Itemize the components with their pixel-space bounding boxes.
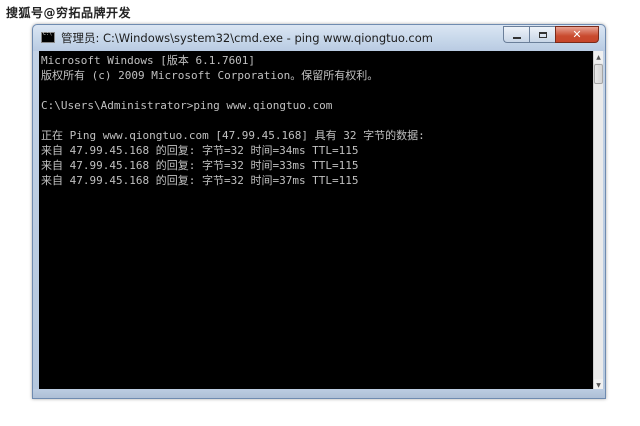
window-bottom-border [33,389,605,398]
console-line: 来自 47.99.45.168 的回复: 字节=32 时间=34ms TTL=1… [41,144,359,157]
close-button[interactable]: ✕ [555,26,599,43]
vertical-scrollbar[interactable]: ▲ ▼ [593,51,603,391]
watermark-text: 搜狐号@穷拓品牌开发 [6,6,132,20]
close-icon: ✕ [572,28,582,41]
console-line: Microsoft Windows [版本 6.1.7601] [41,54,256,67]
console-output[interactable]: Microsoft Windows [版本 6.1.7601] 版权所有 (c) … [39,51,593,391]
window-title: 管理员: C:\Windows\system32\cmd.exe - ping … [61,31,433,45]
cmd-window: 管理员: C:\Windows\system32\cmd.exe - ping … [32,24,606,399]
console-line: 版权所有 (c) 2009 Microsoft Corporation。保留所有… [41,69,379,82]
title-bar[interactable]: 管理员: C:\Windows\system32\cmd.exe - ping … [33,25,605,51]
scrollbar-thumb[interactable] [594,64,603,84]
minimize-button[interactable] [503,26,529,43]
console-line: 正在 Ping www.qiongtuo.com [47.99.45.168] … [41,129,425,142]
maximize-button[interactable] [529,26,555,43]
minimize-icon [512,36,521,39]
console-line: 来自 47.99.45.168 的回复: 字节=32 时间=37ms TTL=1… [41,174,359,187]
scroll-up-arrow-icon[interactable]: ▲ [594,51,603,63]
console-lines: Microsoft Windows [版本 6.1.7601] 版权所有 (c) … [41,53,425,188]
cmd-icon[interactable] [41,31,55,43]
console-line: C:\Users\Administrator>ping www.qiongtuo… [41,99,333,112]
maximize-icon [538,31,547,38]
caption-buttons: ✕ [503,26,599,44]
console-line: 来自 47.99.45.168 的回复: 字节=32 时间=33ms TTL=1… [41,159,359,172]
